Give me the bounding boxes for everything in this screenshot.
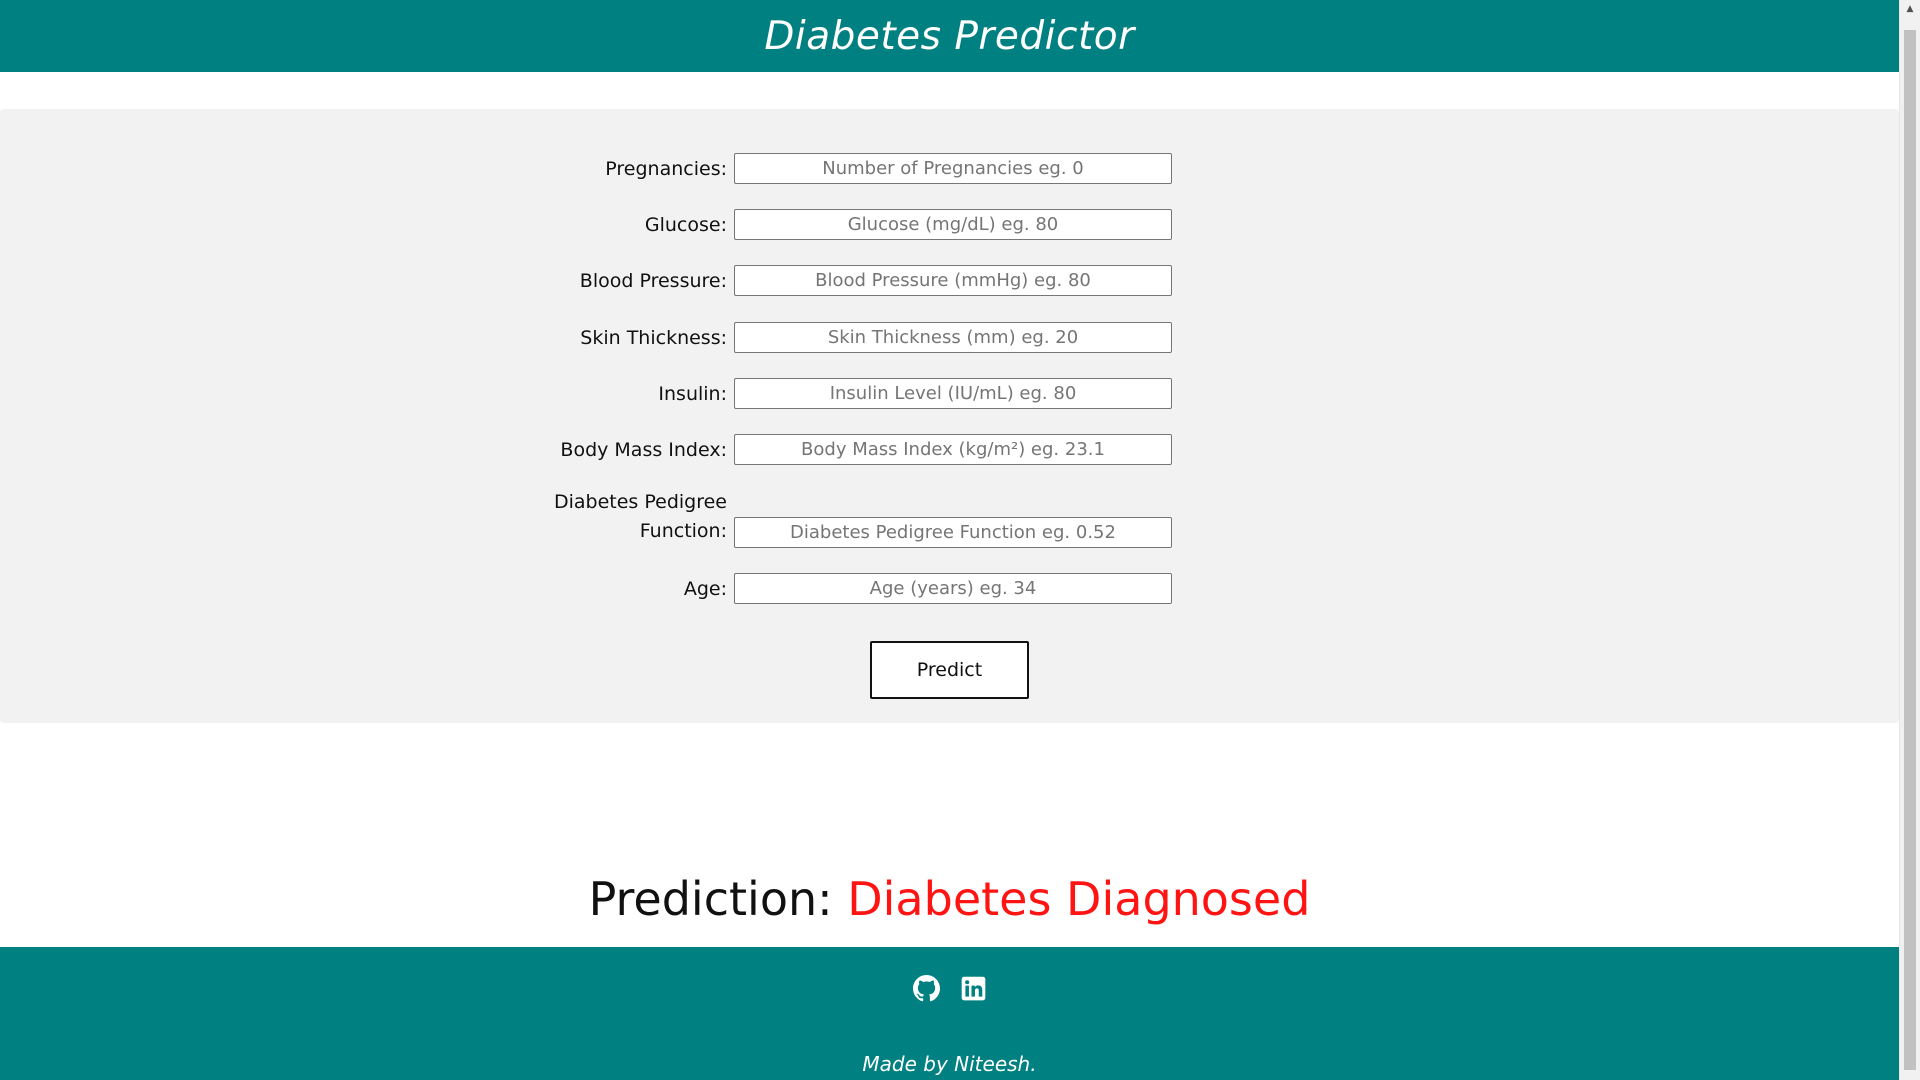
insulin-label: Insulin: — [658, 383, 727, 405]
scrollbar-thumb[interactable] — [1904, 30, 1916, 1070]
skin-thickness-label: Skin Thickness: — [580, 327, 727, 349]
field-row-pregnancies: Pregnancies: — [0, 153, 1899, 185]
footer-social-links — [0, 975, 1899, 1005]
pedigree-label-line1: Diabetes Pedigree — [553, 491, 727, 513]
pedigree-input[interactable] — [734, 517, 1172, 548]
predict-button[interactable]: Predict — [870, 641, 1029, 699]
field-row-pedigree: Diabetes Pedigree Function: — [0, 491, 1899, 549]
blood-pressure-input[interactable] — [734, 265, 1172, 296]
pedigree-label: Diabetes Pedigree Function: — [517, 488, 727, 546]
blood-pressure-label: Blood Pressure: — [579, 270, 727, 292]
prediction-form: Pregnancies: Glucose: Blood Pressure: Sk… — [0, 109, 1899, 723]
scroll-up-arrow-icon[interactable]: ▲ — [1900, 0, 1920, 17]
field-row-skin-thickness: Skin Thickness: — [0, 322, 1899, 354]
glucose-input[interactable] — [734, 209, 1172, 240]
glucose-label: Glucose: — [644, 214, 727, 236]
pregnancies-label: Pregnancies: — [605, 158, 727, 180]
pregnancies-input[interactable] — [734, 153, 1172, 184]
age-label: Age: — [683, 578, 727, 600]
field-row-insulin: Insulin: — [0, 378, 1899, 410]
viewport: Diabetes Predictor Pregnancies: Glucose:… — [0, 0, 1899, 1080]
insulin-input[interactable] — [734, 378, 1172, 409]
field-row-glucose: Glucose: — [0, 209, 1899, 241]
page-title: Diabetes Predictor — [764, 13, 1135, 59]
linkedin-icon[interactable] — [960, 975, 987, 1002]
header-bar: Diabetes Predictor — [0, 0, 1899, 72]
page: Diabetes Predictor Pregnancies: Glucose:… — [0, 0, 1920, 1080]
field-row-bmi: Body Mass Index: — [0, 434, 1899, 466]
bmi-input[interactable] — [734, 434, 1172, 465]
field-row-age: Age: — [0, 573, 1899, 605]
pedigree-label-line2: Function: — [639, 520, 727, 542]
age-input[interactable] — [734, 573, 1172, 604]
skin-thickness-input[interactable] — [734, 322, 1172, 353]
vertical-scrollbar[interactable]: ▲ — [1899, 0, 1920, 1080]
prediction-prefix: Prediction: — [588, 872, 848, 926]
field-row-blood-pressure: Blood Pressure: — [0, 265, 1899, 297]
bmi-label: Body Mass Index: — [560, 439, 727, 461]
prediction-output: Prediction: Diabetes Diagnosed — [0, 872, 1899, 926]
prediction-result: Diabetes Diagnosed — [847, 872, 1311, 926]
github-icon[interactable] — [912, 975, 940, 1002]
footer-credit: Made by Niteesh. — [862, 1052, 1037, 1076]
